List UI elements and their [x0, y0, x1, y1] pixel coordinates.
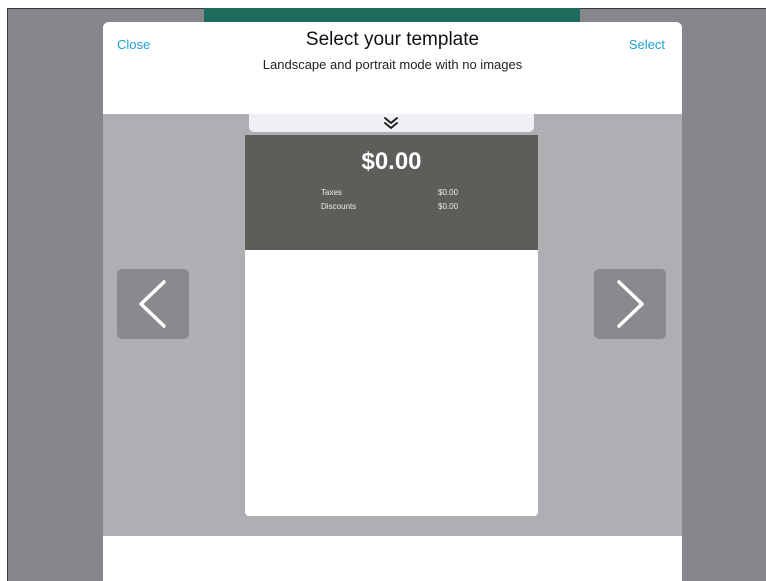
template-preview-card: $0.00 Taxes $0.00 Discounts $0.00	[245, 135, 538, 516]
modal-title: Select your template	[305, 29, 480, 50]
double-chevron-down-icon	[384, 117, 398, 129]
screen: Close Select your template Landscape and…	[0, 0, 766, 581]
collapse-tab[interactable]	[249, 114, 534, 132]
select-button[interactable]: Select	[629, 37, 665, 52]
order-total: $0.00	[361, 148, 422, 175]
summary-row-label: Taxes	[321, 188, 342, 197]
previous-template-button[interactable]	[117, 269, 189, 339]
summary-row-value: $0.00	[438, 202, 459, 211]
summary-row-label: Discounts	[321, 202, 357, 211]
modal-subtitle: Landscape and portrait mode with no imag…	[262, 57, 523, 72]
chevron-right-icon	[617, 280, 644, 328]
summary-row-value: $0.00	[438, 188, 459, 197]
modal-footer	[103, 536, 682, 581]
modal-header: Close Select your template Landscape and…	[103, 22, 682, 114]
next-template-button[interactable]	[594, 269, 666, 339]
chevron-left-icon	[139, 280, 166, 328]
order-summary: $0.00 Taxes $0.00 Discounts $0.00	[245, 135, 538, 250]
